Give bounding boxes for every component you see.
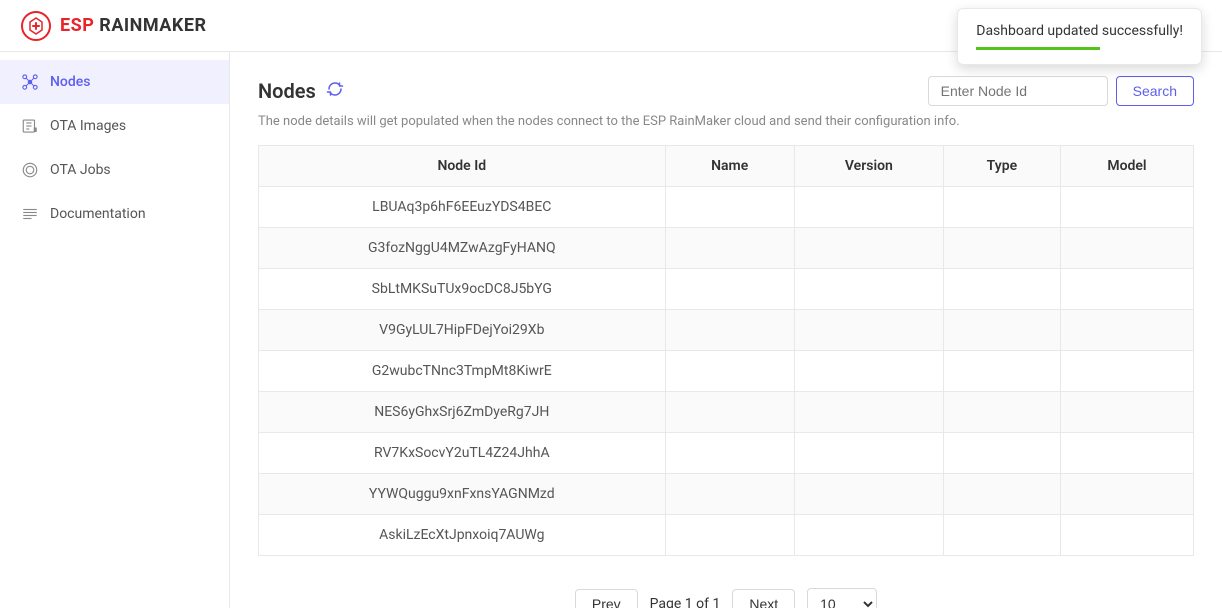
cell-version — [794, 269, 943, 310]
cell-node_id: G2wubcTNnc3TmpMt8KiwrE — [259, 351, 666, 392]
sidebar-documentation-label: Documentation — [50, 206, 146, 222]
cell-node_id: AskiLzEcXtJpnxoiq7AUWg — [259, 515, 666, 556]
col-header-name: Name — [665, 146, 794, 187]
page-title-area: Nodes — [258, 79, 344, 103]
page-info: Page 1 of 1 — [650, 596, 721, 608]
cell-name — [665, 474, 794, 515]
cell-node_id: NES6yGhxSrj6ZmDyeRg7JH — [259, 392, 666, 433]
cell-model — [1060, 351, 1193, 392]
cell-node_id: LBUAq3p6hF6EEuzYDS4BEC — [259, 187, 666, 228]
cell-name — [665, 351, 794, 392]
refresh-button[interactable] — [326, 80, 344, 102]
cell-type — [943, 187, 1060, 228]
search-input[interactable] — [928, 76, 1108, 106]
main-layout: Nodes OTA Images — [0, 52, 1222, 608]
cell-model — [1060, 392, 1193, 433]
logo-esp: ESP — [60, 15, 94, 36]
page-size-select[interactable]: 10 20 50 — [807, 588, 877, 608]
cell-version — [794, 515, 943, 556]
cell-node_id: V9GyLUL7HipFDejYoi29Xb — [259, 310, 666, 351]
cell-type — [943, 351, 1060, 392]
sidebar-nodes-label: Nodes — [50, 74, 90, 90]
cell-type — [943, 310, 1060, 351]
sidebar: Nodes OTA Images — [0, 52, 230, 608]
cell-version — [794, 310, 943, 351]
search-button[interactable]: Search — [1116, 76, 1194, 106]
table-row[interactable]: NES6yGhxSrj6ZmDyeRg7JH — [259, 392, 1194, 433]
logo-area: ESP RAINMAKER — [20, 10, 207, 42]
table-row[interactable]: V9GyLUL7HipFDejYoi29Xb — [259, 310, 1194, 351]
nodes-icon — [20, 72, 40, 92]
cell-name — [665, 269, 794, 310]
logo-rainmaker: RAINMAKER — [94, 15, 206, 36]
cell-name — [665, 433, 794, 474]
col-header-version: Version — [794, 146, 943, 187]
cell-type — [943, 392, 1060, 433]
content-area: Nodes Search The node details will get p… — [230, 52, 1222, 608]
cell-version — [794, 187, 943, 228]
sidebar-ota-jobs-label: OTA Jobs — [50, 162, 111, 178]
cell-type — [943, 474, 1060, 515]
col-header-node-id: Node Id — [259, 146, 666, 187]
col-header-type: Type — [943, 146, 1060, 187]
toast-notification: Dashboard updated successfully! — [957, 8, 1202, 65]
cell-version — [794, 351, 943, 392]
cell-type — [943, 433, 1060, 474]
page-title: Nodes — [258, 79, 316, 103]
ota-jobs-icon — [20, 160, 40, 180]
cell-name — [665, 228, 794, 269]
table-row[interactable]: G3fozNggU4MZwAzgFyHANQ — [259, 228, 1194, 269]
table-row[interactable]: G2wubcTNnc3TmpMt8KiwrE — [259, 351, 1194, 392]
table-row[interactable]: RV7KxSocvY2uTL4Z24JhhA — [259, 433, 1194, 474]
cell-type — [943, 228, 1060, 269]
ota-images-icon — [20, 116, 40, 136]
cell-model — [1060, 474, 1193, 515]
toast-progress-bar — [976, 47, 1100, 50]
col-header-model: Model — [1060, 146, 1193, 187]
nodes-table: Node Id Name Version Type Model LBUAq3p6… — [258, 145, 1194, 556]
header: ESP RAINMAKER Dashboard updated successf… — [0, 0, 1222, 52]
sidebar-item-documentation[interactable]: Documentation — [0, 192, 229, 236]
table-row[interactable]: LBUAq3p6hF6EEuzYDS4BEC — [259, 187, 1194, 228]
sidebar-ota-images-label: OTA Images — [50, 118, 126, 134]
search-area: Search — [928, 76, 1194, 106]
cell-node_id: RV7KxSocvY2uTL4Z24JhhA — [259, 433, 666, 474]
page-header: Nodes Search — [258, 76, 1194, 106]
table-row[interactable]: AskiLzEcXtJpnxoiq7AUWg — [259, 515, 1194, 556]
cell-model — [1060, 515, 1193, 556]
cell-node_id: YYWQuggu9xnFxnsYAGNMzd — [259, 474, 666, 515]
logo-text: ESP RAINMAKER — [60, 15, 207, 36]
cell-version — [794, 433, 943, 474]
table-row[interactable]: YYWQuggu9xnFxnsYAGNMzd — [259, 474, 1194, 515]
cell-model — [1060, 310, 1193, 351]
cell-version — [794, 228, 943, 269]
prev-button[interactable]: Prev — [575, 589, 638, 608]
cell-model — [1060, 433, 1193, 474]
cell-type — [943, 269, 1060, 310]
toast-message: Dashboard updated successfully! — [976, 23, 1183, 39]
cell-node_id: G3fozNggU4MZwAzgFyHANQ — [259, 228, 666, 269]
documentation-icon — [20, 204, 40, 224]
logo-icon — [20, 10, 52, 42]
pagination: Prev Page 1 of 1 Next 10 20 50 — [258, 588, 1194, 608]
cell-name — [665, 392, 794, 433]
cell-name — [665, 187, 794, 228]
cell-type — [943, 515, 1060, 556]
sidebar-item-ota-jobs[interactable]: OTA Jobs — [0, 148, 229, 192]
cell-version — [794, 474, 943, 515]
table-row[interactable]: SbLtMKSuTUx9ocDC8J5bYG — [259, 269, 1194, 310]
cell-name — [665, 310, 794, 351]
cell-model — [1060, 228, 1193, 269]
cell-model — [1060, 187, 1193, 228]
cell-version — [794, 392, 943, 433]
page-subtitle: The node details will get populated when… — [258, 114, 1194, 129]
cell-name — [665, 515, 794, 556]
next-button[interactable]: Next — [732, 589, 795, 608]
sidebar-item-ota-images[interactable]: OTA Images — [0, 104, 229, 148]
cell-model — [1060, 269, 1193, 310]
cell-node_id: SbLtMKSuTUx9ocDC8J5bYG — [259, 269, 666, 310]
sidebar-item-nodes[interactable]: Nodes — [0, 60, 229, 104]
